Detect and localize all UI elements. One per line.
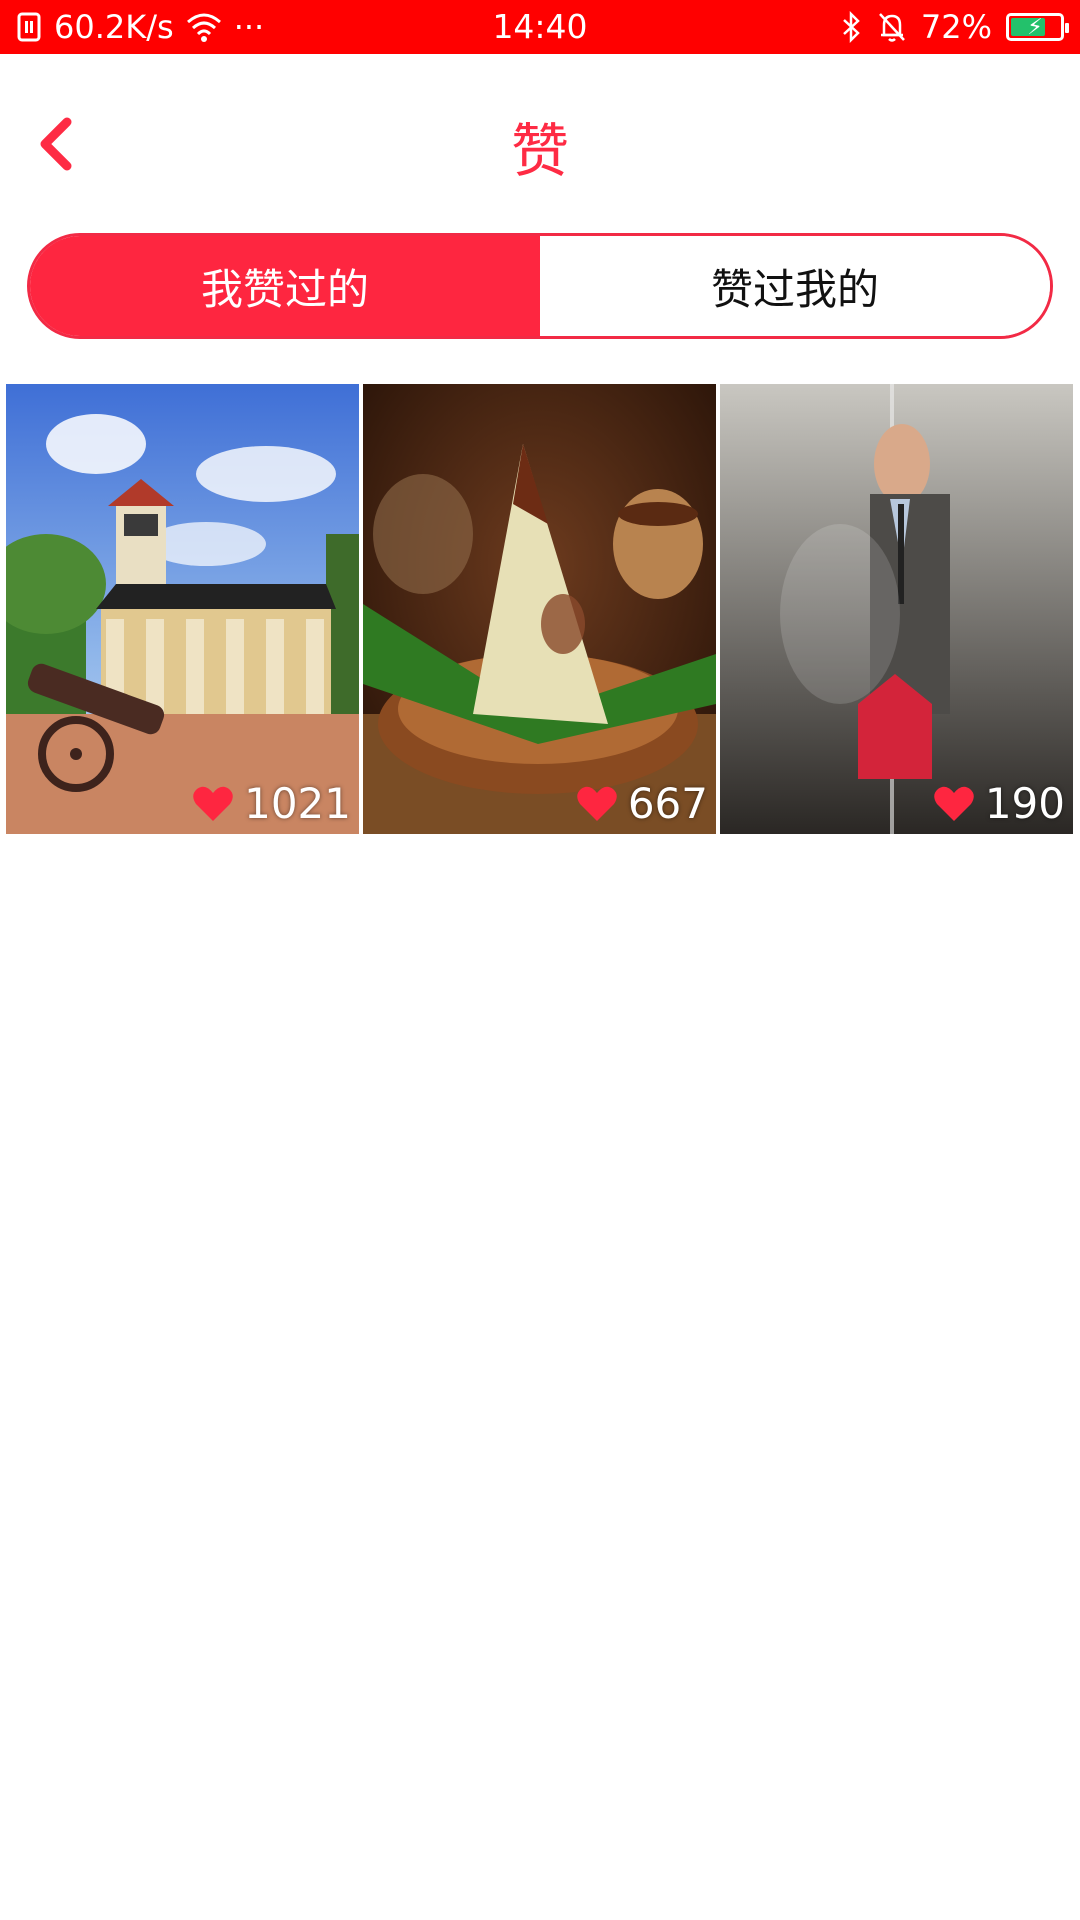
bluetooth-icon [841, 11, 863, 43]
status-bar: 60.2K/s ··· 14:40 72% ⚡ [0, 0, 1080, 54]
segmented-tabs: 我赞过的 赞过我的 [27, 233, 1053, 339]
heart-icon [577, 786, 617, 821]
zongzi-image [363, 384, 716, 834]
fort-building-image [6, 384, 359, 834]
like-count-badge: 190 [933, 779, 1065, 828]
status-right: 72% ⚡ [841, 0, 1069, 54]
liked-card[interactable]: 190 [720, 384, 1073, 834]
like-count-badge: 667 [576, 779, 708, 828]
liked-card[interactable]: 1021 [6, 384, 359, 834]
charging-bolt-icon: ⚡ [1027, 15, 1043, 40]
like-count: 1021 [244, 779, 351, 828]
heart-icon [193, 786, 233, 821]
battery-charging-icon: ⚡ [1006, 13, 1069, 41]
heart-icon [934, 786, 974, 821]
page-title: 赞 [510, 117, 569, 185]
liked-grid: 1021 667 190 [6, 384, 1074, 834]
battery-percent: 72% [920, 8, 992, 46]
tab-liked-by-me[interactable]: 我赞过的 [30, 236, 540, 336]
header: 赞 [0, 54, 1080, 234]
like-count: 667 [627, 779, 708, 828]
mute-bell-icon [877, 11, 907, 43]
like-count-badge: 1021 [192, 779, 351, 828]
liked-card[interactable]: 667 [363, 384, 716, 834]
poster-image [720, 384, 1073, 834]
tab-liked-me[interactable]: 赞过我的 [540, 236, 1050, 336]
like-count: 190 [984, 779, 1065, 828]
